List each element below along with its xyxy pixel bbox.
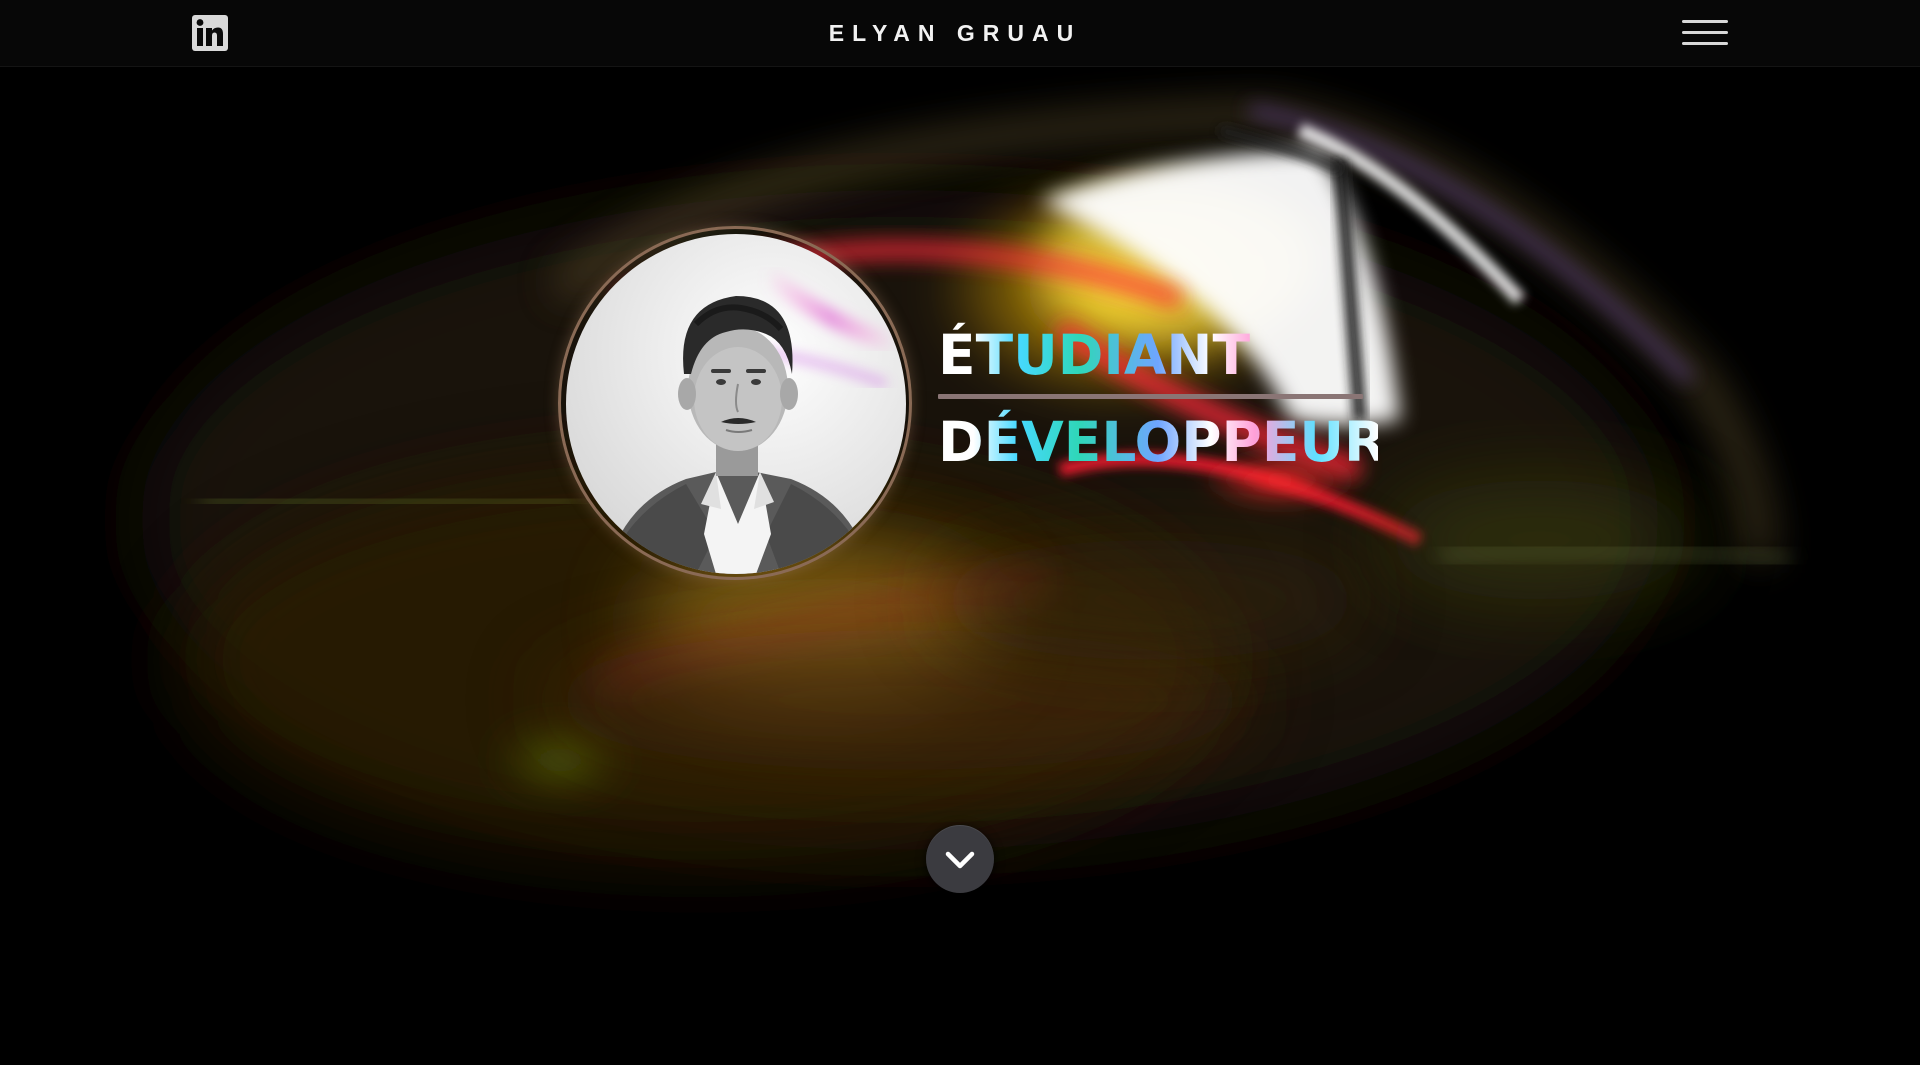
background-art [140,101,1791,860]
page: ELYAN GRUAU ÉTUDIANT DÉVELOPPEUR [0,0,1920,1065]
headline-line-2: DÉVELOPPEUR [938,410,1387,474]
top-navigation-bar: ELYAN GRUAU [0,0,1920,67]
headline-line-1: ÉTUDIANT [938,322,1378,388]
site-title[interactable]: ELYAN GRUAU [0,20,1910,47]
hamburger-menu-icon[interactable] [1682,18,1728,48]
profile-photo [566,234,906,574]
scroll-down-button[interactable] [926,825,994,893]
chevron-down-icon [945,851,975,869]
hero-headline: ÉTUDIANT DÉVELOPPEUR [938,322,1387,475]
headline-divider [938,394,1363,399]
